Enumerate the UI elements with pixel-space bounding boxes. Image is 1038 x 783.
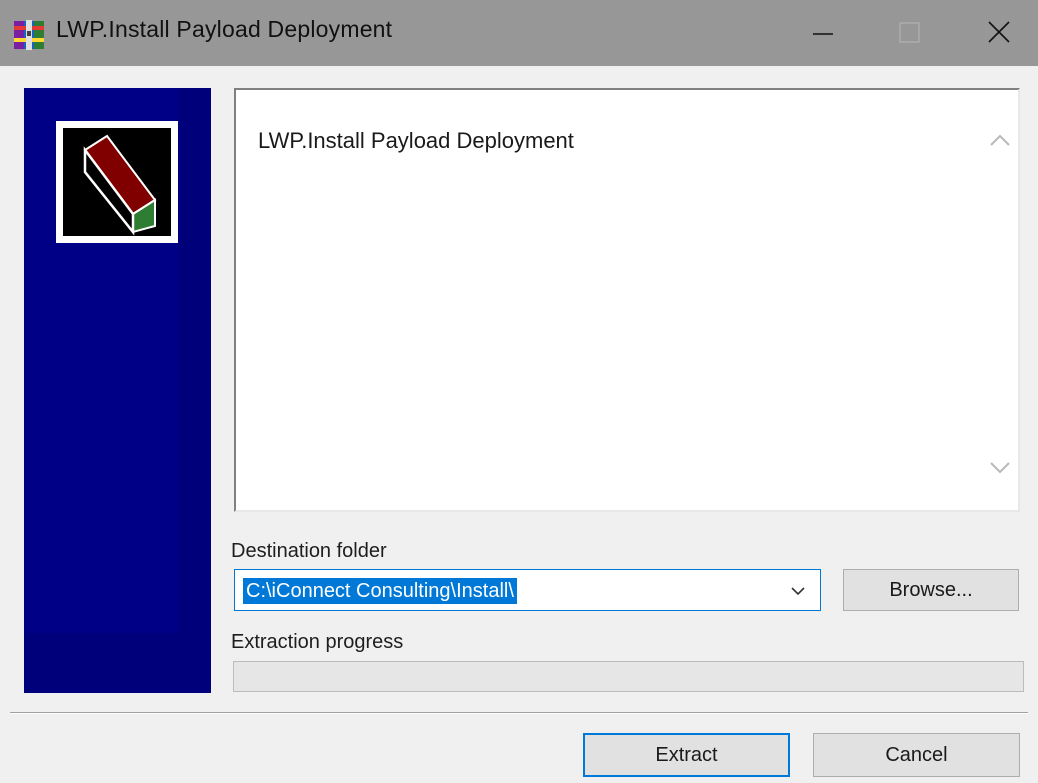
- minimize-icon: [813, 33, 833, 35]
- sidebar-logo: [56, 121, 178, 243]
- winrar-archive-icon: [14, 20, 44, 50]
- title-bar[interactable]: LWP.Install Payload Deployment: [0, 0, 1038, 66]
- close-icon: [988, 21, 1010, 43]
- extraction-progress-bar: [233, 661, 1024, 692]
- close-button[interactable]: [952, 0, 1038, 66]
- maximize-button[interactable]: [866, 0, 952, 66]
- description-panel[interactable]: LWP.Install Payload Deployment: [234, 88, 1020, 512]
- sidebar-banner: [24, 88, 211, 693]
- extraction-progress-label: Extraction progress: [231, 631, 404, 653]
- scroll-up-icon[interactable]: [988, 130, 1012, 150]
- cancel-button[interactable]: Cancel: [813, 733, 1020, 777]
- archive-box-icon: [83, 134, 157, 236]
- logo-background: [63, 128, 171, 236]
- destination-folder-combobox[interactable]: C:\iConnect Consulting\Install\: [234, 569, 821, 611]
- browse-button[interactable]: Browse...: [843, 569, 1019, 611]
- window-title: LWP.Install Payload Deployment: [56, 16, 393, 42]
- footer-divider: [10, 712, 1028, 714]
- destination-folder-label: Destination folder: [231, 540, 387, 562]
- maximize-icon: [899, 22, 920, 43]
- description-text: LWP.Install Payload Deployment: [258, 128, 574, 153]
- extract-button[interactable]: Extract: [583, 733, 790, 777]
- chevron-down-icon[interactable]: [788, 582, 808, 600]
- minimize-button[interactable]: [780, 0, 866, 66]
- destination-folder-value[interactable]: C:\iConnect Consulting\Install\: [243, 578, 517, 604]
- scroll-down-icon[interactable]: [988, 458, 1012, 478]
